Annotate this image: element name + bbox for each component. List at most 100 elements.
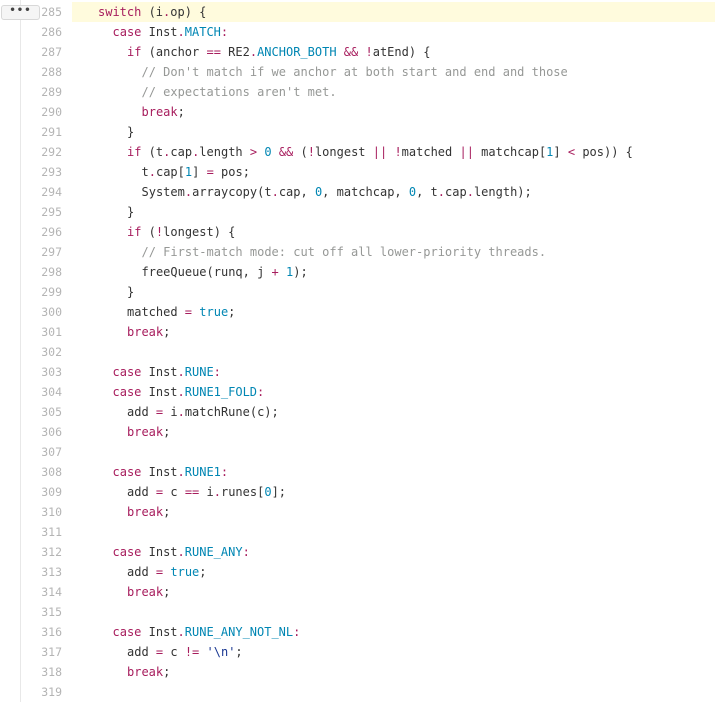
code-line: 306 break;	[0, 422, 715, 442]
line-number[interactable]: 313	[0, 562, 62, 582]
code-token: Inst	[141, 365, 178, 379]
line-number[interactable]: 295	[0, 202, 62, 222]
code-token: (	[293, 145, 308, 159]
code-token: break	[127, 505, 164, 519]
code-token: ;	[228, 305, 236, 319]
code-text: case Inst.MATCH:	[113, 22, 229, 42]
line-number[interactable]: 292	[0, 142, 62, 162]
code-token: .	[177, 405, 185, 419]
line-number[interactable]: 318	[0, 662, 62, 682]
code-token: runes[	[220, 485, 265, 499]
code-cell: break;	[72, 422, 715, 442]
code-token: (t	[141, 145, 164, 159]
line-number[interactable]: 306	[0, 422, 62, 442]
line-number[interactable]: 287	[0, 42, 62, 62]
code-cell: freeQueue(runq, j + 1);	[72, 262, 715, 282]
line-number[interactable]: 296	[0, 222, 62, 242]
line-number[interactable]: 319	[0, 682, 62, 702]
code-line: 291}	[0, 122, 715, 142]
line-number[interactable]: 308	[0, 462, 62, 482]
code-line: 316 case Inst.RUNE_ANY_NOT_NL:	[0, 622, 715, 642]
code-line: 312 case Inst.RUNE_ANY:	[0, 542, 715, 562]
line-number[interactable]: 299	[0, 282, 62, 302]
code-token: i	[163, 405, 178, 419]
line-number[interactable]: 317	[0, 642, 62, 662]
line-number[interactable]: 303	[0, 362, 62, 382]
line-number[interactable]: 293	[0, 162, 62, 182]
code-token: switch	[98, 5, 142, 19]
code-token: RUNE1_FOLD	[184, 385, 258, 399]
code-token: longest	[314, 145, 373, 159]
code-token: if	[127, 225, 142, 239]
code-token: // First-match mode: cut off all lower-p…	[141, 245, 547, 259]
line-number[interactable]: 311	[0, 522, 62, 542]
code-line: 303 case Inst.RUNE:	[0, 362, 715, 382]
code-token: =	[184, 305, 193, 319]
code-token: );	[293, 265, 308, 279]
code-token: .	[148, 165, 156, 179]
code-token: ;	[163, 585, 171, 599]
code-token: (anchor	[141, 45, 207, 59]
code-token: .	[177, 25, 185, 39]
line-number[interactable]: 305	[0, 402, 62, 422]
line-number[interactable]: 300	[0, 302, 62, 322]
code-cell: add = c == i.runes[0];	[72, 482, 715, 502]
code-token: c	[163, 645, 185, 659]
code-line: 315	[0, 602, 715, 622]
code-token: :	[293, 625, 301, 639]
code-line: 290 break;	[0, 102, 715, 122]
code-line: 313 add = true;	[0, 562, 715, 582]
line-number[interactable]: 316	[0, 622, 62, 642]
code-token: :	[213, 365, 221, 379]
code-text: break;	[127, 322, 170, 342]
code-token: arraycopy(t	[192, 185, 272, 199]
code-line: 298 freeQueue(runq, j + 1);	[0, 262, 715, 282]
code-cell: case Inst.RUNE:	[72, 362, 715, 382]
code-cell: }	[72, 282, 715, 302]
code-token: pos;	[213, 165, 250, 179]
code-token: (i	[141, 5, 164, 19]
code-token: 0	[264, 485, 272, 499]
code-token: RUNE	[184, 365, 214, 379]
code-token: longest) {	[163, 225, 236, 239]
line-number[interactable]: 297	[0, 242, 62, 262]
line-number[interactable]: 288	[0, 62, 62, 82]
code-token: :	[242, 545, 250, 559]
code-view: ••• 285 switch (i.op) {286 case Inst.MATCH:…	[0, 2, 715, 702]
code-token: matchRune(c);	[184, 405, 279, 419]
code-token: &&	[278, 145, 294, 159]
line-number[interactable]: 298	[0, 262, 62, 282]
line-number[interactable]: 291	[0, 122, 62, 142]
code-token: RUNE_ANY	[184, 545, 243, 559]
code-token: , matchcap,	[322, 185, 409, 199]
code-token: 0	[264, 145, 272, 159]
code-token: break	[127, 665, 164, 679]
code-token: true	[199, 305, 229, 319]
line-number[interactable]: 286	[0, 22, 62, 42]
code-line: 301 break;	[0, 322, 715, 342]
line-number[interactable]: 309	[0, 482, 62, 502]
code-line: ••• 285 switch (i.op) {	[0, 2, 715, 22]
line-number[interactable]: 294	[0, 182, 62, 202]
line-number[interactable]: 310	[0, 502, 62, 522]
line-number[interactable]: 285	[0, 2, 62, 22]
code-token: :	[257, 385, 265, 399]
line-number[interactable]: 302	[0, 342, 62, 362]
line-number[interactable]: 307	[0, 442, 62, 462]
code-line: 311	[0, 522, 715, 542]
line-number[interactable]: 314	[0, 582, 62, 602]
code-cell: }	[72, 202, 715, 222]
line-number[interactable]: 289	[0, 82, 62, 102]
code-line: 302	[0, 342, 715, 362]
line-number[interactable]: 312	[0, 542, 62, 562]
line-number[interactable]: 304	[0, 382, 62, 402]
code-cell: // Don't match if we anchor at both star…	[72, 62, 715, 82]
code-token: , t	[416, 185, 438, 199]
code-token: :	[220, 25, 229, 39]
line-number[interactable]: 315	[0, 602, 62, 622]
line-number[interactable]: 301	[0, 322, 62, 342]
code-text: switch (i.op) {	[98, 2, 206, 22]
line-number[interactable]: 290	[0, 102, 62, 122]
